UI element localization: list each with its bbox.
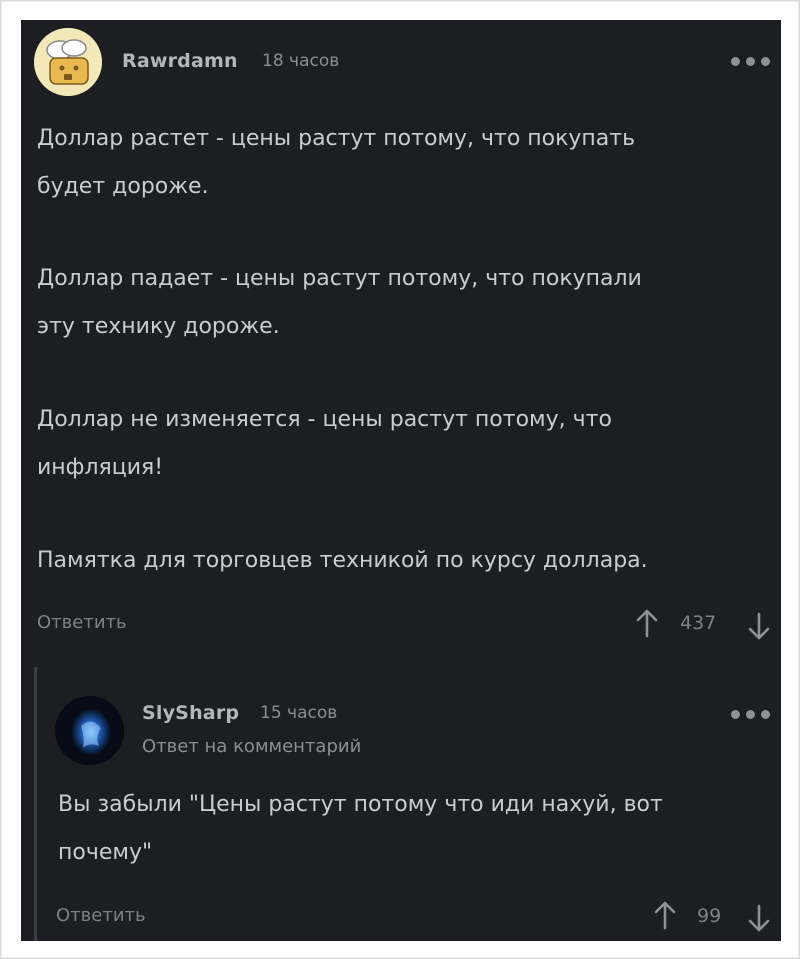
- reply-time: 15 часов: [260, 703, 338, 723]
- reply-more-dots-icon[interactable]: [731, 708, 775, 720]
- avatar-image: [34, 28, 102, 96]
- reply-username[interactable]: SlySharp: [142, 702, 239, 724]
- reply-reply-button[interactable]: Ответить: [56, 905, 146, 926]
- reply-button[interactable]: Ответить: [37, 612, 127, 633]
- comment-rating: 437: [680, 612, 717, 634]
- reply-to-label[interactable]: Ответ на комментарий: [142, 736, 361, 757]
- more-dots-icon[interactable]: [731, 55, 775, 67]
- reply-avatar[interactable]: [55, 696, 124, 765]
- reply-avatar-image: [55, 696, 124, 765]
- comments-panel: Rawrdamn 18 часов Доллар растет - цены р…: [21, 20, 781, 941]
- comment-time: 18 часов: [262, 51, 340, 71]
- reply-text: Вы забыли "Цены растут потому что иди на…: [58, 792, 663, 865]
- comment-username[interactable]: Rawrdamn: [122, 50, 238, 72]
- arrow-up-icon[interactable]: [635, 608, 659, 638]
- comment-paragraph-4: Памятка для торговцев техникой по курсу …: [37, 548, 648, 573]
- thread-line: [34, 667, 37, 941]
- screenshot-frame: Rawrdamn 18 часов Доллар растет - цены р…: [0, 0, 800, 959]
- reply-arrow-down-icon[interactable]: [747, 904, 771, 934]
- arrow-down-icon[interactable]: [747, 612, 771, 642]
- avatar[interactable]: [34, 28, 102, 96]
- comment-paragraph-1: Доллар растет - цены растут потому, что …: [37, 126, 636, 199]
- reply-arrow-up-icon[interactable]: [653, 900, 677, 930]
- comment-paragraph-3: Доллар не изменяется - цены растут потом…: [37, 407, 612, 480]
- comment-paragraph-2: Доллар падает - цены растут потому, что …: [37, 266, 642, 339]
- reply-rating: 99: [697, 905, 722, 927]
